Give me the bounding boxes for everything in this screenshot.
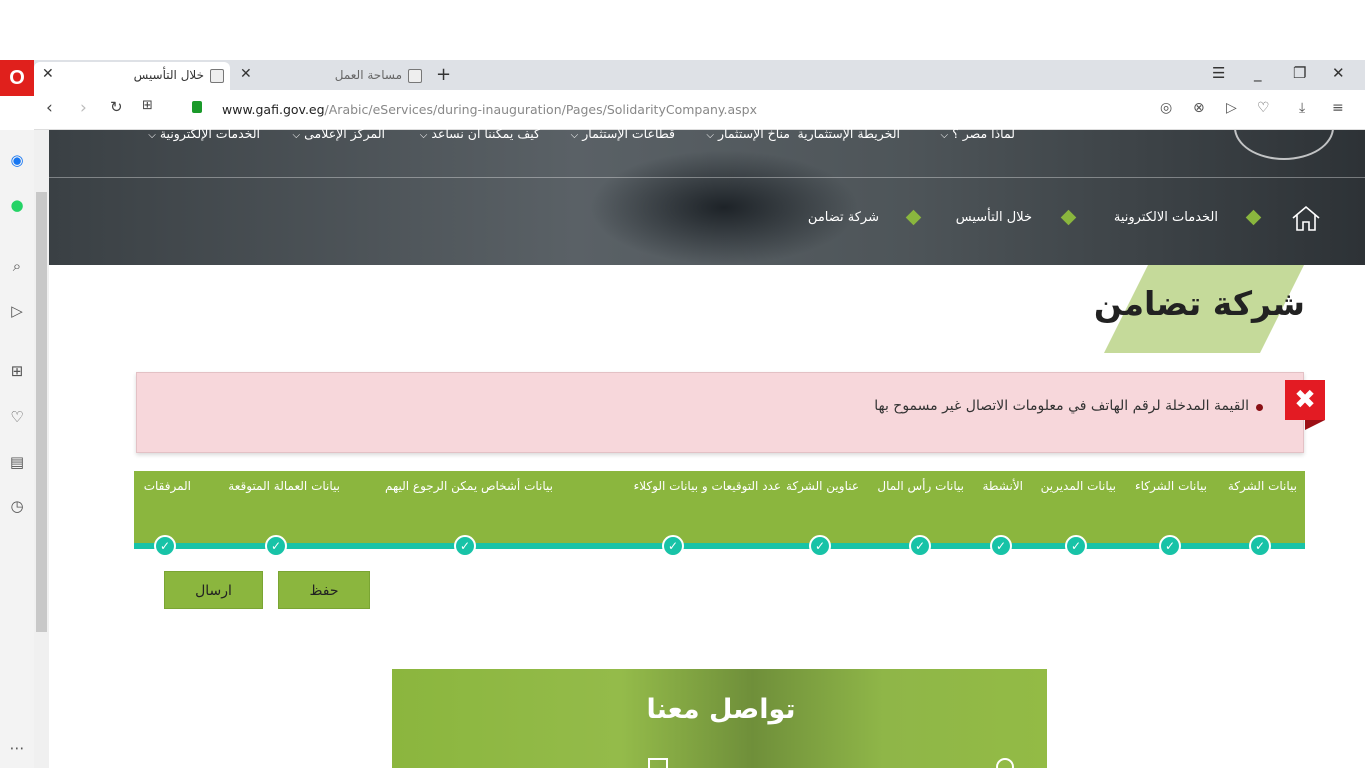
breadcrumb-current: شركة تضامن (807, 210, 879, 225)
nav-item-eservices[interactable]: الخدمات الإلكترونية⌵ (148, 126, 260, 141)
hero-banner (49, 130, 1365, 265)
search-icon[interactable]: ⌕ (5, 254, 29, 278)
close-tab-icon[interactable]: ✕ (42, 66, 54, 82)
step-check-icon[interactable]: ✓ (809, 535, 831, 557)
home-icon[interactable] (1290, 204, 1322, 232)
browser-sidebar (0, 130, 34, 768)
step-reference-persons[interactable]: بيانات أشخاص يمكن الرجوع اليهم (385, 479, 553, 493)
nav-item-media-center[interactable]: المركز الإعلامى⌵ (293, 126, 385, 141)
more-icon[interactable]: ⋯ (5, 736, 29, 760)
heart-icon[interactable]: ♡ (1257, 100, 1270, 116)
messenger-icon[interactable]: ◉ (5, 148, 29, 172)
step-check-icon[interactable]: ✓ (990, 535, 1012, 557)
page-title: شركة تضامن (1093, 284, 1305, 323)
step-check-icon[interactable]: ✓ (1249, 535, 1271, 557)
contact-title: تواصل معنا (646, 694, 796, 725)
step-expected-labor[interactable]: بيانات العمالة المتوقعة (228, 479, 340, 493)
nav-item-how-we-help[interactable]: كيف يمكننا ان نساعد⌵ (420, 126, 540, 141)
minimize-icon[interactable]: _ (1254, 64, 1262, 82)
reload-icon[interactable]: ↻ (110, 98, 123, 116)
restore-icon[interactable]: ❐ (1293, 64, 1306, 82)
nav-item-investment-sectors[interactable]: قطاعات الإستثمار⌵ (571, 126, 675, 141)
error-message: القيمة المدخلة لرقم الهاتف في معلومات ال… (874, 398, 1249, 414)
history-icon[interactable]: ◷ (5, 494, 29, 518)
nav-item-investment-climate[interactable]: مناخ الإستثمار⌵ (706, 126, 790, 141)
new-tab-icon[interactable]: + (436, 64, 451, 85)
apps-icon[interactable]: ⊞ (5, 359, 29, 383)
tab-menu-icon[interactable]: ☰ (1212, 64, 1225, 82)
camera-icon[interactable]: ◎ (1160, 100, 1172, 116)
step-company-addresses[interactable]: عناوين الشركة (786, 479, 859, 493)
submit-button[interactable]: ارسال (164, 571, 263, 609)
step-check-icon[interactable]: ✓ (154, 535, 176, 557)
nav-item-why-egypt[interactable]: لماذا مصر ؟⌵ (941, 126, 1016, 141)
wizard-progress-line (134, 543, 1305, 549)
download-icon[interactable]: ⤓ (1299, 100, 1305, 116)
news-icon[interactable]: ▤ (5, 450, 29, 474)
url-field[interactable]: www.gafi.gov.eg/Arabic/eServices/during-… (222, 102, 757, 117)
step-attachments[interactable]: المرفقات (144, 479, 191, 493)
save-button[interactable]: حفظ (278, 571, 370, 609)
tab-title: مساحة العمل (334, 68, 402, 82)
step-signatures-agents[interactable]: عدد التوقيعات و بيانات الوكلاء (634, 479, 781, 493)
step-check-icon[interactable]: ✓ (454, 535, 476, 557)
step-check-icon[interactable]: ✓ (1065, 535, 1087, 557)
nav-item-investment-map[interactable]: الخريطة الإستثمارية (797, 126, 900, 141)
error-close-icon[interactable]: ✖ (1285, 380, 1325, 420)
forward-icon[interactable]: › (80, 98, 87, 118)
step-managers-data[interactable]: بيانات المديرين (1041, 479, 1116, 493)
opera-logo-icon[interactable]: O (0, 60, 34, 96)
step-check-icon[interactable]: ✓ (662, 535, 684, 557)
email-icon[interactable] (648, 758, 668, 768)
tab-active[interactable]: خلال التأسيس ✕ (34, 62, 230, 90)
tab-inactive[interactable]: مساحة العمل ✕ (232, 62, 428, 90)
error-alert: القيمة المدخلة لرقم الهاتف في معلومات ال… (136, 372, 1304, 453)
speed-dial-icon[interactable]: ⊞ (142, 98, 153, 113)
lock-icon[interactable] (192, 101, 202, 113)
back-icon[interactable]: ‹ (46, 98, 53, 118)
step-partners-data[interactable]: بيانات الشركاء (1135, 479, 1207, 493)
send-icon[interactable]: ▷ (1226, 100, 1237, 116)
gafi-logo[interactable] (1234, 130, 1334, 160)
bullet-icon (1256, 404, 1263, 411)
step-company-data[interactable]: بيانات الشركة (1228, 479, 1297, 493)
step-check-icon[interactable]: ✓ (1159, 535, 1181, 557)
step-capital-data[interactable]: بيانات رأس المال (877, 479, 964, 493)
close-window-icon[interactable]: ✕ (1332, 64, 1345, 82)
ribbon-fold (1305, 420, 1325, 430)
breadcrumb-during-inauguration[interactable]: خلال التأسيس (956, 210, 1032, 225)
whatsapp-icon[interactable]: ● (5, 193, 29, 217)
site-favicon-icon (210, 69, 224, 83)
step-check-icon[interactable]: ✓ (265, 535, 287, 557)
tab-title: خلال التأسيس (133, 68, 204, 82)
site-favicon-icon (408, 69, 422, 83)
scrollbar[interactable] (34, 130, 49, 768)
send-icon[interactable]: ▷ (5, 299, 29, 323)
step-check-icon[interactable]: ✓ (909, 535, 931, 557)
settings-icon[interactable]: ≡ (1332, 100, 1344, 116)
adblock-icon[interactable]: ⊗ (1193, 100, 1205, 116)
heart-icon[interactable]: ♡ (5, 405, 29, 429)
close-tab-icon[interactable]: ✕ (240, 66, 252, 82)
step-activities[interactable]: الأنشطة (983, 479, 1024, 493)
breadcrumb-eservices[interactable]: الخدمات الالكترونية (1114, 210, 1218, 225)
